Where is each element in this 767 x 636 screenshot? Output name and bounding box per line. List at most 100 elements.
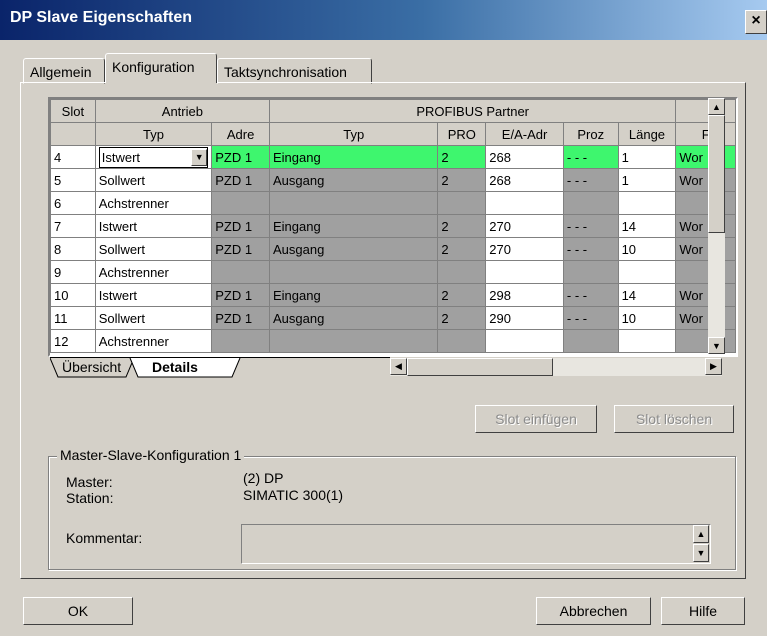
grid-cell[interactable]: 270 (485, 214, 564, 238)
table-row[interactable]: 12 Achstrenner (50, 329, 736, 353)
grid-cell[interactable]: 14 (617, 283, 677, 307)
grid-cell[interactable]: Istwert ▼ (94, 145, 213, 169)
table-row[interactable]: 10 Istwert PZD 1 Eingang 2 298- - -14 Wor (50, 283, 736, 307)
grid-cell[interactable]: PZD 1 (211, 306, 270, 330)
grid-cell[interactable]: Ausgang (268, 306, 439, 330)
grid-cell[interactable] (211, 260, 270, 284)
grid-cell[interactable]: Achstrenner (94, 329, 213, 353)
grid-cell[interactable]: Ausgang (268, 168, 439, 192)
grid-cell[interactable]: 2 (437, 237, 487, 261)
column-header[interactable]: Proz (562, 122, 619, 146)
scroll-right-icon[interactable]: ▶ (705, 358, 722, 375)
grid-cell[interactable] (268, 260, 439, 284)
grid-cell[interactable] (562, 191, 619, 215)
grid-cell[interactable] (437, 260, 487, 284)
grid-cell[interactable]: - - - (562, 283, 619, 307)
grid-cell[interactable]: Sollwert (94, 168, 213, 192)
slot-delete-button[interactable]: Slot löschen (614, 405, 734, 433)
grid-cell[interactable]: - - - (562, 214, 619, 238)
sheet-tab-uebersicht[interactable]: Übersicht (54, 357, 129, 378)
ok-button[interactable]: OK (23, 597, 133, 625)
grid-cell[interactable] (485, 329, 564, 353)
grid-cell[interactable]: Wor (675, 237, 736, 261)
grid-cell[interactable] (485, 260, 564, 284)
cancel-button[interactable]: Abbrechen (536, 597, 651, 625)
grid-cell[interactable]: 10 (617, 237, 677, 261)
grid-cell[interactable] (617, 329, 677, 353)
grid-cell[interactable]: 10 (617, 306, 677, 330)
grid-cell[interactable]: 2 (437, 214, 487, 238)
grid-cell[interactable] (675, 260, 736, 284)
grid-cell[interactable]: 2 (437, 306, 487, 330)
grid-cell[interactable]: Eingang (268, 283, 439, 307)
column-header[interactable]: Länge (617, 122, 677, 146)
grid-cell[interactable]: 2 (437, 283, 487, 307)
grid-cell[interactable] (675, 191, 736, 215)
tab-allgemein[interactable]: Allgemein (23, 58, 105, 84)
grid-cell[interactable]: 268 (485, 168, 564, 192)
grid-cell[interactable]: Achstrenner (94, 260, 213, 284)
grid-cell[interactable] (211, 329, 270, 353)
scroll-down-icon[interactable]: ▼ (708, 337, 725, 354)
grid-cell[interactable]: Wor (675, 283, 736, 307)
comment-field[interactable]: ▲ ▼ (241, 524, 711, 564)
scroll-left-icon[interactable]: ◀ (390, 358, 407, 375)
column-header[interactable]: F (675, 122, 736, 146)
tab-taktsynchronisation[interactable]: Taktsynchronisation (217, 58, 372, 84)
grid-cell[interactable] (268, 191, 439, 215)
table-row[interactable]: 7 Istwert PZD 1 Eingang 2 270- - -14 Wor (50, 214, 736, 238)
grid-cell[interactable]: 2 (437, 145, 487, 169)
type-dropdown[interactable]: Istwert ▼ (98, 146, 209, 168)
table-row[interactable]: 5 Sollwert PZD 1 Ausgang 2 268- - -1 Wor (50, 168, 736, 192)
grid-cell[interactable]: Istwert (94, 214, 213, 238)
scroll-up-icon[interactable]: ▲ (708, 98, 725, 115)
scroll-thumb-horizontal[interactable] (407, 358, 553, 376)
grid-cell[interactable]: Eingang (268, 145, 439, 169)
grid-cell[interactable]: 14 (617, 214, 677, 238)
grid-cell[interactable] (211, 191, 270, 215)
tab-konfiguration[interactable]: Konfiguration (105, 53, 217, 83)
grid-cell[interactable] (562, 260, 619, 284)
grid-cell[interactable]: 2 (437, 168, 487, 192)
grid-cell[interactable]: - - - (562, 168, 619, 192)
grid-cell[interactable]: Sollwert (94, 237, 213, 261)
grid-cell[interactable]: PZD 1 (211, 237, 270, 261)
grid-cell[interactable]: 290 (485, 306, 564, 330)
slot-insert-button[interactable]: Slot einfügen (475, 405, 597, 433)
grid-cell[interactable]: - - - (562, 237, 619, 261)
grid-cell[interactable]: 268 (485, 145, 564, 169)
grid-cell[interactable]: 1 (617, 145, 677, 169)
grid-cell[interactable]: PZD 1 (211, 283, 270, 307)
column-header[interactable]: PRO (437, 122, 487, 146)
grid-cell[interactable]: Wor (675, 168, 736, 192)
scroll-thumb[interactable] (708, 115, 725, 233)
grid-cell[interactable]: PZD 1 (211, 145, 270, 169)
grid-cell[interactable] (617, 260, 677, 284)
table-row[interactable]: 11 Sollwert PZD 1 Ausgang 2 290- - -10 Wor (50, 306, 736, 330)
grid-cell[interactable] (617, 191, 677, 215)
grid-cell[interactable]: Sollwert (94, 306, 213, 330)
grid-cell[interactable] (268, 329, 439, 353)
column-header[interactable]: E/A-Adr (485, 122, 564, 146)
close-button[interactable]: × (745, 10, 767, 34)
chevron-down-icon[interactable]: ▼ (191, 148, 208, 166)
grid-cell[interactable] (675, 329, 736, 353)
grid-cell[interactable]: Istwert (94, 283, 213, 307)
column-header[interactable]: Typ (94, 122, 213, 146)
comment-scroll-down-icon[interactable]: ▼ (693, 544, 709, 562)
grid-cell[interactable] (437, 191, 487, 215)
table-row[interactable]: 6 Achstrenner (50, 191, 736, 215)
grid-cell[interactable]: 298 (485, 283, 564, 307)
grid-cell[interactable]: 270 (485, 237, 564, 261)
column-header[interactable]: Typ (268, 122, 439, 146)
help-button[interactable]: Hilfe (661, 597, 745, 625)
comment-scroll-up-icon[interactable]: ▲ (693, 525, 709, 543)
grid-cell[interactable]: Ausgang (268, 237, 439, 261)
column-header[interactable]: Adre (211, 122, 270, 146)
grid-horizontal-scrollbar[interactable]: ◀ ▶ (390, 358, 722, 376)
table-row[interactable]: 4 Istwert ▼ PZD 1 Eingang 2 268- - -1 Wor (50, 145, 736, 169)
grid-cell[interactable]: Achstrenner (94, 191, 213, 215)
grid-cell[interactable] (485, 191, 564, 215)
grid-cell[interactable]: - - - (562, 306, 619, 330)
grid-cell[interactable]: PZD 1 (211, 214, 270, 238)
